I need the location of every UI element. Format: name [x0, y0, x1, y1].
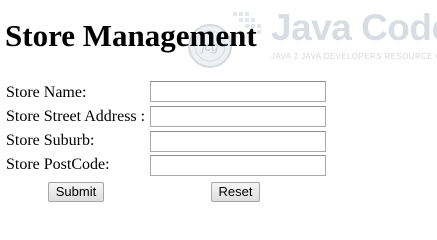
store-name-input[interactable]	[150, 81, 326, 102]
store-suburb-input[interactable]	[150, 131, 326, 152]
store-postcode-label: Store PostCode:	[6, 156, 110, 173]
store-form: Store Name: Store Street Address : Store…	[0, 79, 437, 222]
store-street-address-label: Store Street Address :	[6, 108, 146, 125]
logo-tagline-text: JAVA 2 JAVA DEVELOPERS RESOURCE CENTER	[271, 52, 437, 61]
page-title: Store Management	[5, 18, 257, 53]
submit-button[interactable]: Submit	[48, 182, 104, 202]
logo-brand-text: Java Code Geeks	[271, 7, 437, 48]
store-street-address-input[interactable]	[150, 106, 326, 127]
store-name-label: Store Name:	[6, 84, 87, 101]
store-postcode-input[interactable]	[150, 155, 326, 176]
store-suburb-label: Store Suburb:	[6, 132, 95, 149]
reset-button[interactable]: Reset	[211, 182, 260, 202]
